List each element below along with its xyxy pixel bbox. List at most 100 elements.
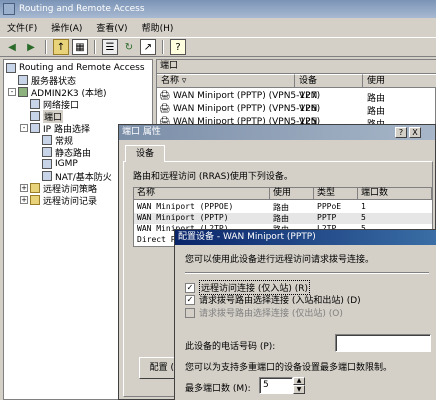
tree-ports[interactable]: 端口 — [30, 109, 64, 123]
device-use: 路由 — [273, 203, 289, 212]
tree-static-routes-label: 静态路由 — [55, 148, 92, 159]
collapse-icon[interactable]: - — [8, 88, 16, 96]
phone-number-input[interactable] — [335, 334, 431, 352]
spin-down-icon[interactable]: ▼ — [293, 385, 305, 394]
option-demand-dial-in-out[interactable]: ✓ 请求拨号路由选择连接 (入站和出站) (D) — [185, 293, 361, 306]
limit-note: 您可以为支持多重端口的设备设置最多端口数限制。 — [185, 363, 393, 373]
port-icon: 🖨 — [159, 91, 171, 101]
tree-igmp[interactable]: IGMP — [42, 158, 78, 170]
ports-pane-header: 端口 — [157, 60, 436, 74]
help-button[interactable]: ? — [395, 127, 407, 138]
menu-view[interactable]: 查看(V) — [89, 21, 134, 34]
table-row[interactable]: WAN Miniport (PPPOE) 路由 PPPoE 1 — [134, 202, 432, 213]
help-icon[interactable]: ? — [170, 39, 186, 55]
column-header-name[interactable]: 名称 ▿ — [157, 74, 295, 88]
column-header-device[interactable]: 设备 — [295, 74, 363, 88]
table-row-selected[interactable]: WAN Miniport (PPTP) 路由 PPTP 5 — [134, 213, 432, 224]
up-icon[interactable]: ↑ — [53, 39, 69, 55]
demand-dial-in-out-label: 请求拨号路由选择连接 (入站和出站) (D) — [199, 296, 361, 306]
option-demand-dial-out: 请求拨号路由选择连接 (仅出站) (O) — [185, 306, 343, 319]
phone-label: 此设备的电话号码 (P): — [185, 342, 276, 352]
device-name: WAN Miniport (PPTP) — [137, 213, 229, 222]
collapse-icon[interactable]: - — [20, 124, 28, 132]
tree-root[interactable]: Routing and Remote Access — [6, 62, 145, 74]
spin-up-icon[interactable]: ▲ — [293, 377, 305, 385]
demand-dial-out-checkbox — [185, 307, 195, 318]
toolbar: ◀ ▶ ↑ ▦ ☰ ↻ ↗ ? — [0, 37, 436, 57]
tab-devices[interactable]: 设备 — [125, 145, 165, 162]
menubar: 文件(F) 操作(A) 查看(V) 帮助(H) — [0, 19, 436, 36]
device-name: WAN Miniport (PPPOE) — [137, 202, 234, 211]
tree-ip-routing[interactable]: - IP 路由选择 — [20, 122, 90, 135]
server-icon — [18, 87, 28, 97]
close-button[interactable]: X — [409, 127, 421, 138]
port-device: VPN — [299, 104, 318, 114]
ports-icon — [30, 111, 40, 121]
ip-routing-icon — [30, 123, 40, 133]
policies-icon — [30, 183, 40, 193]
table-row[interactable]: 🖨 WAN Miniport (PPTP) (VPN5-126) VPN 路由 — [157, 103, 436, 117]
back-icon[interactable]: ◀ — [4, 39, 20, 55]
igmp-icon — [42, 159, 52, 169]
expand-icon[interactable]: + — [20, 184, 28, 192]
devices-description: 路由和远程访问 (RRAS)使用下列设备。 — [133, 172, 293, 182]
max-ports-input[interactable]: 5 — [259, 377, 293, 394]
window-title: Routing and Remote Access — [19, 4, 145, 14]
configure-dialog-title: 配置设备 - WAN Miniport (PPTP) — [178, 232, 316, 242]
tree-server-status[interactable]: 服务器状态 — [18, 74, 76, 87]
app-icon — [3, 3, 15, 15]
max-ports-spinner[interactable]: ▲ ▼ — [293, 377, 305, 394]
nat-icon — [42, 171, 52, 181]
tree-remote-access-logging-label: 远程访问记录 — [43, 196, 98, 207]
tree-general[interactable]: 常规 — [42, 134, 73, 147]
show-hide-tree-icon[interactable]: ▦ — [72, 39, 88, 55]
configure-device-dialog: 配置设备 - WAN Miniport (PPTP) 您可以使用此设备进行远程访… — [174, 229, 436, 400]
device-type: PPPoE — [317, 202, 342, 211]
port-device: VPN — [299, 91, 318, 101]
device-ports: 5 — [361, 213, 366, 222]
tree-server[interactable]: - ADMIN2K3 (本地) — [8, 86, 106, 99]
device-name: Direct P — [137, 235, 176, 244]
window-titlebar: Routing and Remote Access — [0, 0, 436, 18]
configure-dialog-titlebar: 配置设备 - WAN Miniport (PPTP) — [175, 230, 436, 245]
table-row[interactable]: 🖨 WAN Miniport (PPTP) (VPN5-127) VPN 路由 — [157, 90, 436, 104]
general-icon — [42, 135, 52, 145]
port-icon: 🖨 — [159, 104, 171, 114]
max-ports-label: 最多端口数 (M): — [185, 384, 251, 394]
demand-dial-in-out-checkbox[interactable]: ✓ — [185, 294, 195, 305]
toolbar-separator — [94, 40, 96, 54]
tree-network-interfaces[interactable]: 网络接口 — [30, 98, 79, 111]
sort-icon: ▿ — [181, 76, 187, 86]
export-icon[interactable]: ↗ — [140, 39, 156, 55]
tree-remote-access-logging[interactable]: + 远程访问记录 — [20, 194, 98, 207]
refresh-icon[interactable]: ↻ — [121, 39, 137, 55]
properties-icon[interactable]: ☰ — [102, 39, 118, 55]
column-header-name[interactable]: 名称 — [134, 188, 270, 200]
column-header-use[interactable]: 使用 — [363, 74, 436, 88]
tree-remote-access-policies[interactable]: + 远程访问策略 — [20, 182, 97, 195]
divider — [185, 272, 429, 274]
column-header-type[interactable]: 类型 — [314, 188, 358, 200]
rras-icon — [6, 63, 16, 73]
network-interface-icon — [30, 99, 40, 109]
tree-static-routes[interactable]: 静态路由 — [42, 146, 92, 159]
column-header-port-count[interactable]: 端口数 — [358, 188, 432, 200]
tree-nat[interactable]: NAT/基本防火 — [42, 170, 112, 183]
configure-intro: 您可以使用此设备进行远程访问请求拨号连接。 — [185, 255, 375, 265]
demand-dial-out-label: 请求拨号路由选择连接 (仅出站) (O) — [199, 309, 343, 319]
menu-file[interactable]: 文件(F) — [0, 21, 44, 34]
forward-icon[interactable]: ▶ — [23, 39, 39, 55]
menu-action[interactable]: 操作(A) — [44, 21, 89, 34]
column-header-name-label: 名称 — [161, 76, 180, 86]
device-ports: 1 — [361, 202, 366, 211]
server-status-icon — [18, 75, 28, 85]
remote-access-checkbox[interactable]: ✓ — [185, 282, 195, 293]
menu-help[interactable]: 帮助(H) — [135, 21, 181, 34]
column-header-use[interactable]: 使用 — [270, 188, 314, 200]
device-use: 路由 — [273, 214, 289, 223]
ports-dialog-title: 端口 属性 — [122, 127, 161, 137]
tree-igmp-label: IGMP — [55, 159, 78, 169]
expand-icon[interactable]: + — [20, 196, 28, 204]
static-routes-icon — [42, 147, 52, 157]
toolbar-separator — [45, 40, 47, 54]
